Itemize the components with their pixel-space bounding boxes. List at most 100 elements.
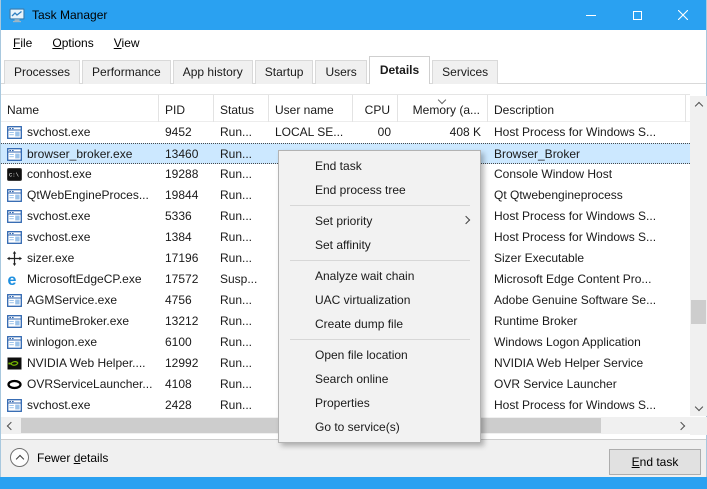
svg-text:C:\: C:\	[9, 172, 19, 179]
column-header-status[interactable]: Status	[214, 95, 269, 122]
scroll-down-icon[interactable]	[690, 399, 707, 416]
fewer-details-label: Fewer details	[37, 451, 108, 465]
context-menu-item-analyze-wait-chain[interactable]: Analyze wait chain	[279, 264, 480, 288]
process-name: conhost.exe	[27, 167, 92, 181]
menu-separator	[290, 339, 470, 340]
close-icon[interactable]	[660, 0, 706, 30]
cell-name: OVRServiceLauncher...	[1, 374, 159, 395]
cell-name: C:\ conhost.exe	[1, 164, 159, 185]
cell-description: Host Process for Windows S...	[488, 227, 686, 248]
context-menu-item-label: Set priority	[315, 214, 372, 228]
context-menu-item-label: UAC virtualization	[315, 293, 410, 307]
scroll-left-icon[interactable]	[1, 417, 18, 434]
context-menu-item-label: Open file location	[315, 348, 408, 362]
column-header-label: User name	[275, 103, 334, 117]
app-window-icon	[7, 147, 22, 162]
menu-file[interactable]: File	[5, 33, 40, 53]
cell-status: Run...	[214, 164, 269, 185]
ovr-icon	[7, 377, 22, 392]
context-menu-item-end-process-tree[interactable]: End process tree	[279, 178, 480, 202]
cell-pid: 9452	[159, 122, 214, 143]
scroll-right-icon[interactable]	[673, 417, 690, 434]
tab-startup[interactable]: Startup	[255, 60, 314, 84]
column-header-user-name[interactable]: User name	[269, 95, 353, 122]
cell-name: svchost.exe	[1, 227, 159, 248]
column-header-memory-a[interactable]: Memory (a...	[398, 95, 488, 122]
cell-status: Run...	[214, 185, 269, 206]
tab-services[interactable]: Services	[432, 60, 498, 84]
chevron-up-circle-icon	[10, 448, 29, 467]
menu-separator	[290, 205, 470, 206]
context-menu-item-go-to-service-s[interactable]: Go to service(s)	[279, 415, 480, 439]
cell-description: OVR Service Launcher	[488, 374, 686, 395]
tab-app-history[interactable]: App history	[173, 60, 253, 84]
menu-separator	[290, 260, 470, 261]
tab-strip: ProcessesPerformanceApp historyStartupUs…	[1, 55, 706, 84]
context-menu-item-search-online[interactable]: Search online	[279, 367, 480, 391]
context-menu-item-set-priority[interactable]: Set priority	[279, 209, 480, 233]
context-menu-item-label: Create dump file	[315, 317, 403, 331]
move-arrows-icon	[7, 251, 22, 266]
column-header-label: Description	[494, 103, 554, 117]
nvidia-icon	[7, 356, 22, 371]
context-menu-item-label: Search online	[315, 372, 388, 386]
cell-pid: 13460	[159, 144, 214, 165]
cell-name: svchost.exe	[1, 122, 159, 143]
svg-text:e: e	[8, 272, 17, 287]
scroll-up-icon[interactable]	[690, 96, 707, 113]
menu-bar: FileOptionsView	[1, 30, 706, 55]
cell-status: Susp...	[214, 269, 269, 290]
cell-user: LOCAL SE...	[269, 122, 353, 143]
column-header-cpu[interactable]: CPU	[353, 95, 398, 122]
cell-pid: 13212	[159, 311, 214, 332]
context-menu-item-end-task[interactable]: End task	[279, 154, 480, 178]
process-name: svchost.exe	[27, 230, 90, 244]
submenu-arrow-icon	[462, 216, 470, 224]
scrollbar-corner	[690, 417, 707, 435]
cell-status: Run...	[214, 144, 269, 165]
column-header-pid[interactable]: PID	[159, 95, 214, 122]
vscroll-thumb[interactable]	[691, 300, 706, 324]
tab-performance[interactable]: Performance	[82, 60, 171, 84]
context-menu-item-create-dump-file[interactable]: Create dump file	[279, 312, 480, 336]
column-header-description[interactable]: Description	[488, 95, 686, 122]
vertical-scrollbar[interactable]	[690, 96, 707, 416]
column-header-label: Memory (a...	[413, 103, 480, 117]
cell-name: QtWebEngineProces...	[1, 185, 159, 206]
tab-processes[interactable]: Processes	[4, 60, 80, 84]
cell-status: Run...	[214, 374, 269, 395]
cell-status: Run...	[214, 311, 269, 332]
title-bar: Task Manager	[1, 0, 706, 30]
cell-description: Qt Qtwebengineprocess	[488, 185, 686, 206]
context-menu-item-label: Set affinity	[315, 238, 371, 252]
cell-pid: 2428	[159, 395, 214, 416]
window-title: Task Manager	[32, 8, 107, 22]
app-window-icon	[7, 125, 22, 140]
column-header-label: Status	[220, 103, 254, 117]
context-menu-item-label: Go to service(s)	[315, 420, 400, 434]
end-task-button[interactable]: End task	[609, 449, 701, 475]
tab-users[interactable]: Users	[315, 60, 366, 84]
cell-pid: 19288	[159, 164, 214, 185]
context-menu-item-open-file-location[interactable]: Open file location	[279, 343, 480, 367]
cell-description: Browser_Broker	[488, 144, 686, 165]
minimize-icon[interactable]	[568, 0, 614, 30]
tab-details[interactable]: Details	[369, 56, 430, 84]
cell-description: Console Window Host	[488, 164, 686, 185]
context-menu-item-set-affinity[interactable]: Set affinity	[279, 233, 480, 257]
table-row[interactable]: svchost.exe9452Run...LOCAL SE...00408 KH…	[1, 122, 690, 143]
fewer-details-toggle[interactable]: Fewer details	[10, 448, 108, 467]
app-window-icon	[7, 335, 22, 350]
maximize-icon[interactable]	[614, 0, 660, 30]
menu-options[interactable]: Options	[44, 33, 101, 53]
cell-pid: 17572	[159, 269, 214, 290]
cell-status: Run...	[214, 206, 269, 227]
context-menu-item-uac-virtualization[interactable]: UAC virtualization	[279, 288, 480, 312]
process-name: MicrosoftEdgeCP.exe	[27, 272, 142, 286]
context-menu-item-properties[interactable]: Properties	[279, 391, 480, 415]
cell-description: Sizer Executable	[488, 248, 686, 269]
menu-view[interactable]: View	[106, 33, 148, 53]
cell-pid: 19844	[159, 185, 214, 206]
column-header-label: CPU	[365, 103, 390, 117]
column-header-name[interactable]: Name	[1, 95, 159, 122]
